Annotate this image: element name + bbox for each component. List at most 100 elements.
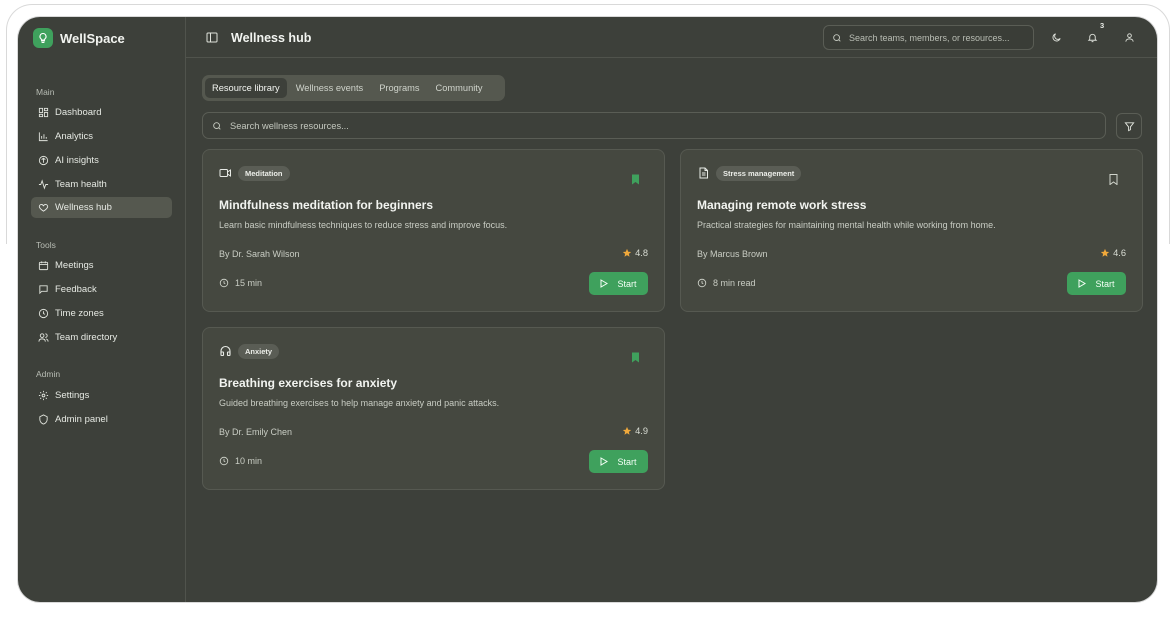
duration-value: 8 min read <box>713 278 756 288</box>
sidebar-item-ai-insights[interactable]: AI insights <box>31 150 172 171</box>
sidebar-group-main: Main <box>36 87 55 97</box>
start-label: Start <box>1095 278 1115 289</box>
heart-icon <box>38 204 49 212</box>
bookmark-icon[interactable] <box>1109 174 1118 185</box>
brand[interactable]: WellSpace <box>33 28 125 48</box>
resource-card[interactable]: Meditation Mindfulness meditation for be… <box>202 149 665 312</box>
card-title[interactable]: Mindfulness meditation for beginners <box>219 198 433 212</box>
sidebar-group-tools: Tools <box>36 240 56 250</box>
users-icon <box>38 333 49 342</box>
rating-value: 4.6 <box>1113 248 1126 258</box>
tab-wellness-events[interactable]: Wellness events <box>289 78 371 98</box>
play-icon <box>600 457 609 466</box>
sidebar-item-label: AI insights <box>55 155 99 166</box>
rating-value: 4.8 <box>635 248 648 258</box>
card-description: Learn basic mindfulness techniques to re… <box>219 220 508 230</box>
bell-icon[interactable] <box>1087 32 1098 43</box>
resource-card[interactable]: Anxiety Breathing exercises for anxiety … <box>202 327 665 490</box>
sidebar-item-team-directory[interactable]: Team directory <box>31 327 172 348</box>
start-button[interactable]: Start <box>1067 272 1126 295</box>
star-icon <box>1100 248 1110 257</box>
sidebar: WellSpace Main Dashboard Analytics AI in… <box>18 17 186 602</box>
card-rating: 4.8 <box>622 248 648 258</box>
sidebar-item-label: Dashboard <box>55 107 102 118</box>
card-duration: 8 min read <box>697 278 756 288</box>
sidebar-item-dashboard[interactable]: Dashboard <box>31 102 172 123</box>
start-button[interactable]: Start <box>589 450 648 473</box>
tab-resource-library[interactable]: Resource library <box>205 78 287 98</box>
card-title[interactable]: Breathing exercises for anxiety <box>219 376 397 390</box>
card-title[interactable]: Managing remote work stress <box>697 198 866 212</box>
analytics-icon <box>38 132 48 142</box>
card-author: By Dr. Emily Chen <box>219 427 293 437</box>
clock-icon <box>697 278 707 288</box>
card-description: Practical strategies for maintaining men… <box>697 220 996 230</box>
sidebar-item-label: Team health <box>55 179 107 190</box>
start-label: Start <box>617 278 637 289</box>
app-window: WellSpace Main Dashboard Analytics AI in… <box>18 17 1157 602</box>
search-icon <box>213 121 221 130</box>
sidebar-item-analytics[interactable]: Analytics <box>31 126 172 147</box>
video-icon <box>219 169 231 177</box>
card-duration: 10 min <box>219 456 262 466</box>
card-author: By Dr. Sarah Wilson <box>219 249 300 259</box>
clock-icon <box>38 308 49 319</box>
rating-value: 4.9 <box>635 426 648 436</box>
sidebar-item-label: Time zones <box>55 308 104 319</box>
filter-button[interactable] <box>1116 113 1142 139</box>
play-icon <box>1078 279 1087 288</box>
resource-search-placeholder: Search wellness resources... <box>230 120 349 131</box>
global-search-input[interactable]: Search teams, members, or resources... <box>823 25 1034 50</box>
star-icon <box>622 248 632 257</box>
clock-icon <box>219 456 229 466</box>
user-icon[interactable] <box>1124 32 1135 43</box>
play-icon <box>600 279 609 288</box>
sidebar-toggle-icon[interactable] <box>206 32 218 43</box>
card-duration: 15 min <box>219 278 262 288</box>
sidebar-group-admin: Admin <box>36 369 61 379</box>
brand-name: WellSpace <box>60 30 125 46</box>
bookmark-filled-icon[interactable] <box>631 174 640 185</box>
sidebar-item-label: Team directory <box>55 332 118 343</box>
document-icon <box>699 167 708 179</box>
tab-programs[interactable]: Programs <box>372 78 426 98</box>
resource-search-input[interactable]: Search wellness resources... <box>202 112 1106 139</box>
search-icon <box>833 33 841 42</box>
sidebar-item-label: Analytics <box>55 131 94 142</box>
sidebar-item-team-health[interactable]: Team health <box>31 174 172 195</box>
notification-badge: 3 <box>1100 21 1105 30</box>
sidebar-item-label: Wellness hub <box>55 202 112 213</box>
category-chip: Meditation <box>238 166 290 181</box>
headphones-icon <box>220 345 231 357</box>
card-rating: 4.9 <box>622 426 648 436</box>
calendar-icon <box>38 261 49 271</box>
dashboard-icon <box>38 107 49 118</box>
sidebar-item-feedback[interactable]: Feedback <box>31 279 172 300</box>
activity-icon <box>38 179 49 190</box>
bookmark-filled-icon[interactable] <box>631 352 640 363</box>
card-author: By Marcus Brown <box>697 249 768 259</box>
clock-icon <box>219 278 229 288</box>
start-button[interactable]: Start <box>589 272 648 295</box>
card-rating: 4.6 <box>1100 248 1126 258</box>
category-chip: Anxiety <box>238 344 280 359</box>
sidebar-item-wellness-hub[interactable]: Wellness hub <box>31 197 172 218</box>
tab-community[interactable]: Community <box>429 78 490 98</box>
moon-icon[interactable] <box>1051 32 1062 43</box>
message-icon <box>39 285 48 295</box>
star-icon <box>622 426 632 435</box>
start-label: Start <box>617 456 637 467</box>
sidebar-item-settings[interactable]: Settings <box>31 385 172 406</box>
filter-icon <box>1123 121 1135 131</box>
topbar: Wellness hub Search teams, members, or r… <box>186 17 1157 58</box>
global-search-placeholder: Search teams, members, or resources... <box>849 32 1010 43</box>
sidebar-item-label: Feedback <box>55 284 97 295</box>
duration-value: 10 min <box>235 456 263 466</box>
sidebar-item-time-zones[interactable]: Time zones <box>31 303 172 324</box>
sidebar-item-label: Settings <box>55 390 90 401</box>
ai-insights-icon <box>38 155 49 166</box>
sidebar-item-meetings[interactable]: Meetings <box>31 255 172 276</box>
sidebar-item-admin-panel[interactable]: Admin panel <box>31 409 172 430</box>
card-description: Guided breathing exercises to help manag… <box>219 398 500 408</box>
resource-card[interactable]: Stress management Managing remote work s… <box>680 149 1143 312</box>
